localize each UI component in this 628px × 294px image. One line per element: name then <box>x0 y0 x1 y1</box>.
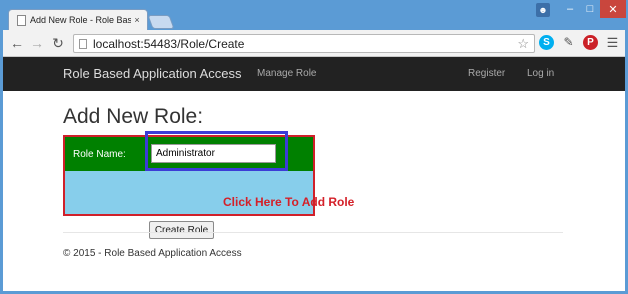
site-navbar: Role Based Application Access Manage Rol… <box>3 57 625 91</box>
browser-toolbar: ← → ↻ localhost:54483/Role/Create ☆ S ✎ … <box>3 30 625 57</box>
skype-icon[interactable]: S <box>539 35 554 50</box>
minimize-icon[interactable]: – <box>560 0 580 18</box>
page-viewport: Role Based Application Access Manage Rol… <box>3 57 625 291</box>
page-title: Add New Role: <box>63 105 204 128</box>
click-here-annotation: Click Here To Add Role <box>223 195 355 209</box>
role-name-input[interactable] <box>151 144 276 163</box>
site-brand-link[interactable]: Role Based Application Access <box>63 66 242 81</box>
page-icon <box>79 38 87 49</box>
browser-window: Add New Role - Role Base × ☻ – □ ✕ ← → ↻… <box>0 0 628 294</box>
pinterest-icon[interactable]: P <box>583 35 598 50</box>
new-tab-button[interactable] <box>147 15 175 29</box>
star-icon[interactable]: ☆ <box>517 36 529 52</box>
create-role-button[interactable]: Create Role <box>149 221 214 239</box>
user-profile-icon[interactable]: ☻ <box>536 3 550 17</box>
address-bar[interactable]: localhost:54483/Role/Create ☆ <box>73 34 535 53</box>
role-name-label: Role Name: <box>73 149 126 160</box>
arrow-left-icon[interactable]: ← <box>9 35 25 51</box>
hamburger-menu-icon[interactable]: ☰ <box>605 35 620 50</box>
url-path: :54483/Role/Create <box>140 36 245 51</box>
page-icon <box>17 14 26 26</box>
login-link[interactable]: Log in <box>527 68 554 79</box>
footer-divider <box>63 232 563 233</box>
register-link[interactable]: Register <box>468 68 505 79</box>
url-host: localhost <box>93 36 141 51</box>
reload-icon[interactable]: ↻ <box>50 35 66 51</box>
browser-tab[interactable]: Add New Role - Role Base × <box>8 9 148 30</box>
url-text[interactable]: localhost:54483/Role/Create <box>93 37 244 51</box>
tab-strip: Add New Role - Role Base × ☻ – □ ✕ <box>0 0 628 30</box>
eyedropper-icon[interactable]: ✎ <box>561 35 576 50</box>
manage-role-link[interactable]: Manage Role <box>257 68 316 79</box>
arrow-right-icon[interactable]: → <box>29 35 45 51</box>
tab-title: Add New Role - Role Base <box>30 15 131 25</box>
page-footer: © 2015 - Role Based Application Access <box>63 248 242 259</box>
maximize-icon[interactable]: □ <box>580 0 600 18</box>
role-name-row: Role Name: <box>65 131 313 171</box>
close-window-icon[interactable]: ✕ <box>600 0 626 18</box>
tab-close-icon[interactable]: × <box>131 15 143 25</box>
